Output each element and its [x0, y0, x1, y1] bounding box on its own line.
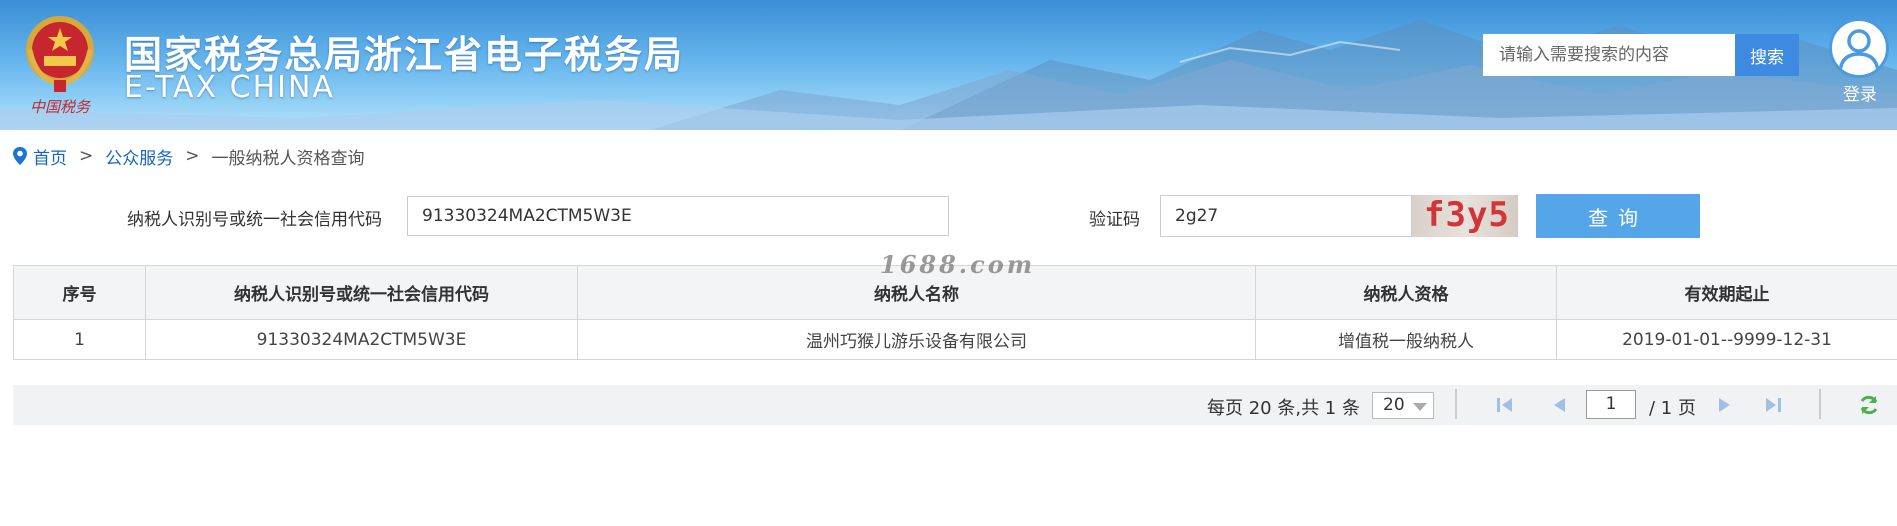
breadcrumb-home-link[interactable]: 首页 — [33, 144, 67, 169]
captcha-image-text: f3y5 — [1424, 195, 1510, 235]
page-size-select[interactable]: 20 — [1372, 392, 1434, 419]
cell-index: 1 — [13, 319, 146, 360]
current-page-input[interactable]: 1 — [1586, 390, 1636, 419]
next-page-icon[interactable] — [1715, 396, 1735, 414]
svg-text:中国税务: 中国税务 — [30, 98, 92, 116]
captcha-input[interactable] — [1160, 195, 1412, 237]
search-input[interactable] — [1483, 34, 1735, 76]
pagination-bar: 每页 20 条,共 1 条 20 1 / 1 页 — [13, 385, 1897, 425]
column-header-taxpayer-id: 纳税人识别号或统一社会信用代码 — [145, 265, 578, 320]
result-table: 序号 纳税人识别号或统一社会信用代码 纳税人名称 纳税人资格 有效期起止 1 9… — [13, 265, 1897, 360]
refresh-icon[interactable] — [1857, 393, 1881, 417]
cell-taxpayer-id: 91330324MA2CTM5W3E — [145, 319, 578, 360]
page-size-value: 20 — [1383, 395, 1405, 415]
watermark-text: 1688.com — [880, 250, 1036, 279]
cell-validity: 2019-01-01--9999-12-31 — [1556, 319, 1897, 360]
pagination-info: 每页 20 条,共 1 条 — [1207, 398, 1360, 419]
previous-page-icon[interactable] — [1549, 396, 1569, 414]
tax-emblem-icon: 中国税务 — [26, 16, 94, 116]
breadcrumb-separator: > — [79, 146, 94, 166]
breadcrumb-separator: > — [185, 146, 200, 166]
pagination-divider — [1819, 389, 1821, 419]
chevron-down-icon — [1413, 403, 1427, 411]
breadcrumb: 首页 > 公众服务 > 一般纳税人资格查询 — [12, 144, 365, 169]
location-pin-icon — [13, 147, 27, 165]
column-header-index: 序号 — [13, 265, 146, 320]
captcha-image[interactable]: f3y5 — [1412, 195, 1518, 237]
login-link[interactable]: 登录 — [1838, 80, 1882, 105]
cell-taxpayer-name: 温州巧猴儿游乐设备有限公司 — [577, 319, 1256, 360]
search-button[interactable]: 搜索 — [1735, 34, 1799, 76]
site-subtitle: E-TAX CHINA — [124, 70, 335, 105]
table-row: 1 91330324MA2CTM5W3E 温州巧猴儿游乐设备有限公司 增值税一般… — [13, 319, 1897, 360]
column-header-qualification: 纳税人资格 — [1255, 265, 1557, 320]
breadcrumb-section-link[interactable]: 公众服务 — [105, 144, 173, 169]
last-page-icon[interactable] — [1763, 396, 1783, 414]
site-header: 中国税务 国家税务总局浙江省电子税务局 E-TAX CHINA 搜索 登录 — [0, 0, 1897, 130]
column-header-validity: 有效期起止 — [1556, 265, 1897, 320]
query-button[interactable]: 查询 — [1536, 194, 1700, 238]
pagination-divider — [1455, 389, 1457, 419]
captcha-label: 验证码 — [1089, 210, 1140, 230]
breadcrumb-current: 一般纳税人资格查询 — [211, 148, 365, 169]
taxpayer-id-input[interactable] — [407, 196, 949, 236]
cell-qualification: 增值税一般纳税人 — [1255, 319, 1557, 360]
taxpayer-id-label: 纳税人识别号或统一社会信用代码 — [127, 210, 382, 230]
total-pages-text: / 1 页 — [1649, 398, 1696, 419]
user-avatar-icon[interactable] — [1829, 18, 1889, 78]
first-page-icon[interactable] — [1495, 396, 1515, 414]
